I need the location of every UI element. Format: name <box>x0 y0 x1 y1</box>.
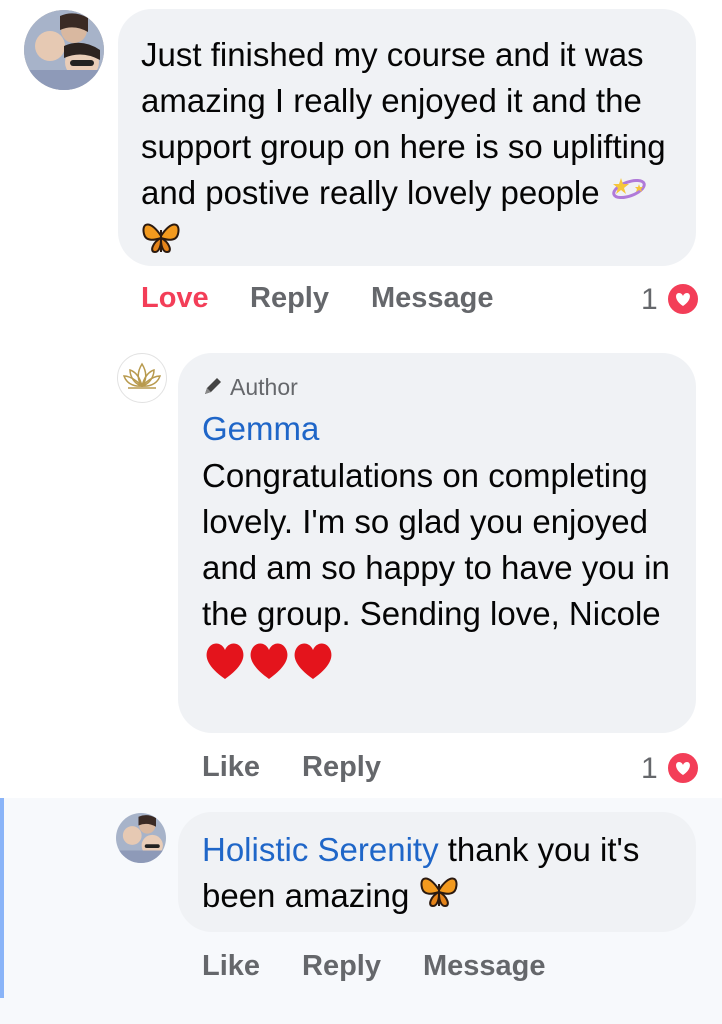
profile-photo-icon <box>116 813 166 863</box>
reaction-count[interactable]: 1 <box>641 283 658 317</box>
comment-text: Congratulations on completing lovely. I'… <box>202 457 670 632</box>
reply-bubble: Holistic Serenity thank you it's been am… <box>178 812 696 932</box>
message-button[interactable]: Message <box>371 282 494 315</box>
reply-button[interactable]: Reply <box>250 282 329 315</box>
love-reaction-icon[interactable] <box>666 751 700 785</box>
author-page-avatar[interactable] <box>117 353 167 403</box>
mentioned-name-link[interactable]: Holistic Serenity <box>202 831 439 868</box>
comment-actions: Love Reply Message <box>0 282 722 322</box>
comment-text: Holistic Serenity thank you it's been am… <box>202 827 676 922</box>
message-button[interactable]: Message <box>423 950 546 983</box>
comment-bubble: Just finished my course and it was amazi… <box>118 9 696 266</box>
author-badge: Author <box>202 369 676 405</box>
comment-actions: Like Reply Message <box>0 950 722 990</box>
love-reaction-icon[interactable] <box>666 282 700 316</box>
comment-actions: Like Reply <box>0 751 722 791</box>
reaction-count[interactable]: 1 <box>641 752 658 786</box>
butterfly-emoji-icon <box>419 874 459 922</box>
author-reply-bubble: Author Gemma Congratulations on completi… <box>178 353 696 733</box>
butterfly-emoji-icon <box>141 220 181 268</box>
commenter-avatar[interactable] <box>116 813 166 863</box>
comment-text: Just finished my course and it was amazi… <box>141 32 676 268</box>
reply-button[interactable]: Reply <box>302 751 381 784</box>
lotus-logo-icon <box>122 362 162 389</box>
red-hearts-emoji-icon <box>202 637 676 688</box>
reply-button[interactable]: Reply <box>302 950 381 983</box>
commenter-avatar[interactable] <box>24 10 104 90</box>
love-reaction-button[interactable]: Love <box>141 282 209 315</box>
pencil-icon <box>202 371 224 407</box>
profile-photo-icon <box>24 10 104 90</box>
dizzy-star-emoji-icon <box>609 172 649 218</box>
commenter-name[interactable]: Gemma <box>202 407 676 451</box>
like-button[interactable]: Like <box>202 950 260 983</box>
like-button[interactable]: Like <box>202 751 260 784</box>
